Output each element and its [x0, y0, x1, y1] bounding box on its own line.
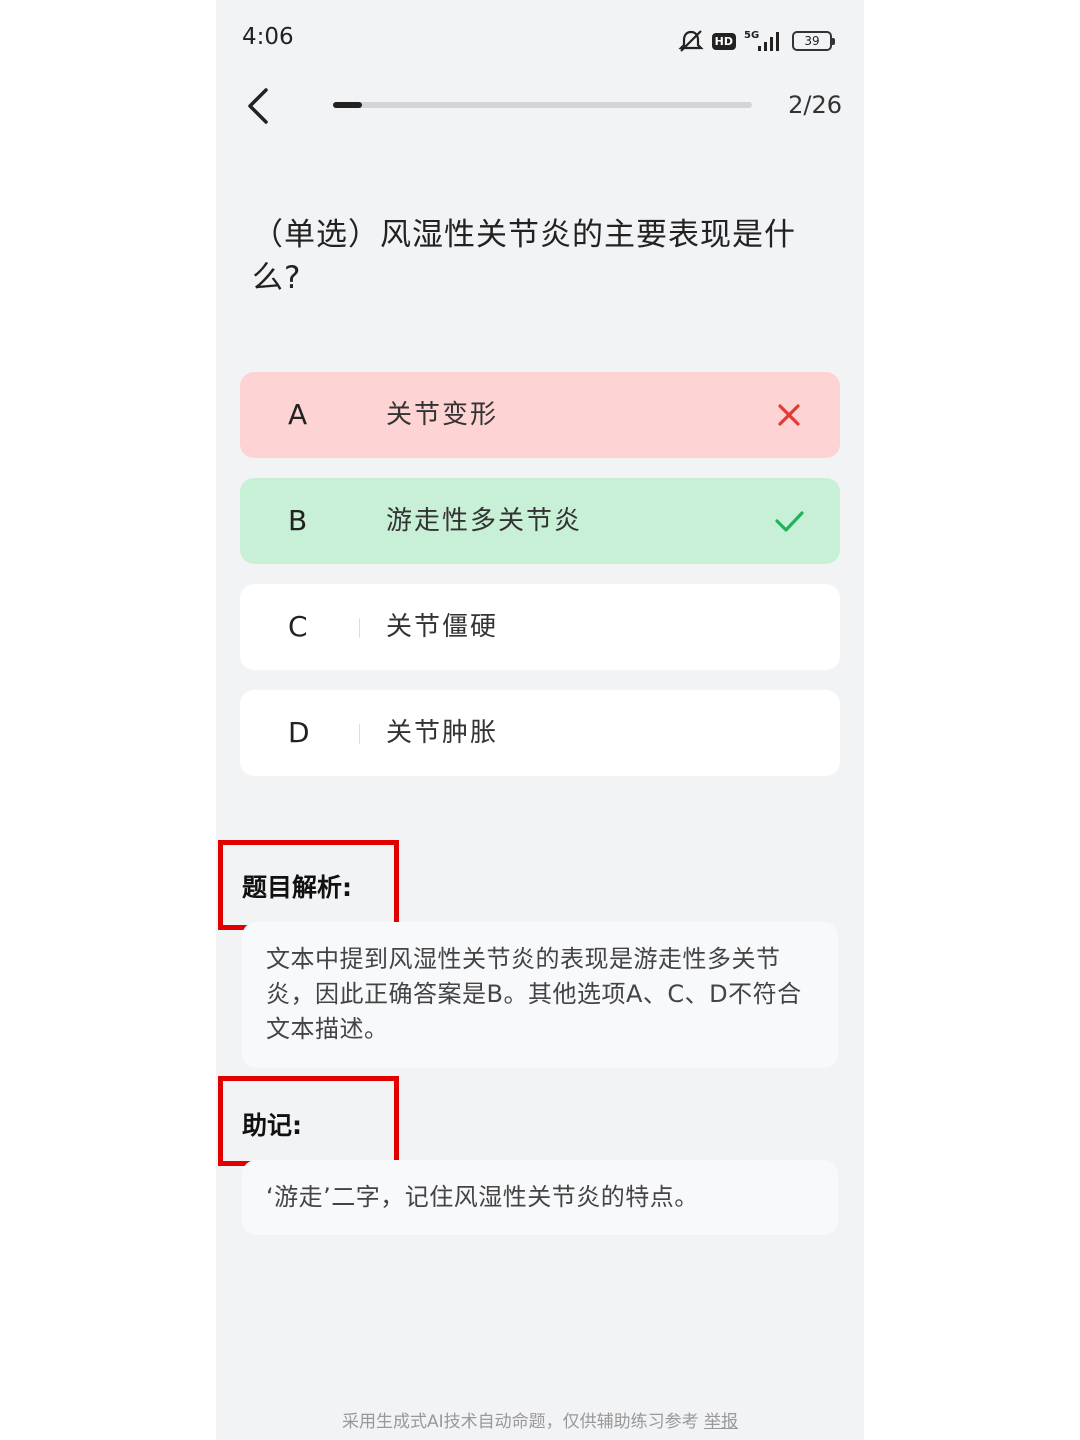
- option-letter: D: [288, 716, 310, 749]
- status-time: 4:06: [242, 24, 294, 50]
- check-icon: [775, 511, 804, 532]
- footer-disclaimer: 采用生成式AI技术自动命题，仅供辅助练习参考 举报: [216, 1407, 864, 1432]
- option-c[interactable]: C 关节僵硬: [240, 584, 840, 670]
- option-letter: B: [288, 504, 308, 537]
- option-divider: [359, 512, 360, 532]
- question-text: （单选）风湿性关节炎的主要表现是什么?: [252, 217, 796, 296]
- mnemonic-text: ‘游走’二字，记住风湿性关节炎的特点。: [266, 1183, 699, 1211]
- mnemonic-title: 助记:: [242, 1111, 302, 1140]
- option-divider: [359, 618, 360, 638]
- option-divider: [359, 406, 360, 426]
- status-icons: HD 5G 39: [678, 28, 835, 54]
- phone-screen: 4:06 HD 5G 39 2/26 （单选）风湿性关节炎的主要表现是什么? A…: [216, 0, 864, 1440]
- progress-bar: [333, 102, 752, 108]
- option-letter: C: [288, 610, 308, 643]
- question-counter: 2/26: [788, 91, 842, 119]
- analysis-text: 文本中提到风湿性关节炎的表现是游走性多关节炎，因此正确答案是B。其他选项A、C、…: [266, 945, 802, 1043]
- report-link[interactable]: 举报: [704, 1412, 738, 1432]
- close-icon: [778, 404, 800, 426]
- option-d[interactable]: D 关节肿胀: [240, 690, 840, 776]
- battery-icon: 39: [792, 31, 835, 51]
- signal-icon: 5G: [744, 30, 779, 51]
- analysis-card: 文本中提到风湿性关节炎的表现是游走性多关节炎，因此正确答案是B。其他选项A、C、…: [242, 922, 838, 1068]
- hd-badge: HD: [711, 32, 736, 50]
- option-a[interactable]: A 关节变形: [240, 372, 840, 458]
- chevron-left-icon: [248, 88, 268, 124]
- mnemonic-card: ‘游走’二字，记住风湿性关节炎的特点。: [242, 1160, 838, 1235]
- footer-text: 采用生成式AI技术自动命题，仅供辅助练习参考: [341, 1412, 699, 1432]
- back-button[interactable]: [238, 82, 282, 130]
- option-b[interactable]: B 游走性多关节炎: [240, 478, 840, 564]
- option-label: 关节变形: [386, 400, 499, 430]
- option-divider: [359, 724, 360, 744]
- analysis-title: 题目解析:: [242, 873, 352, 902]
- svg-text:5G: 5G: [744, 30, 759, 41]
- option-label: 关节肿胀: [386, 718, 499, 748]
- option-label: 关节僵硬: [386, 612, 499, 642]
- progress-fill: [333, 102, 362, 108]
- option-label: 游走性多关节炎: [386, 506, 583, 536]
- option-letter: A: [288, 398, 308, 431]
- mute-icon: [678, 30, 704, 52]
